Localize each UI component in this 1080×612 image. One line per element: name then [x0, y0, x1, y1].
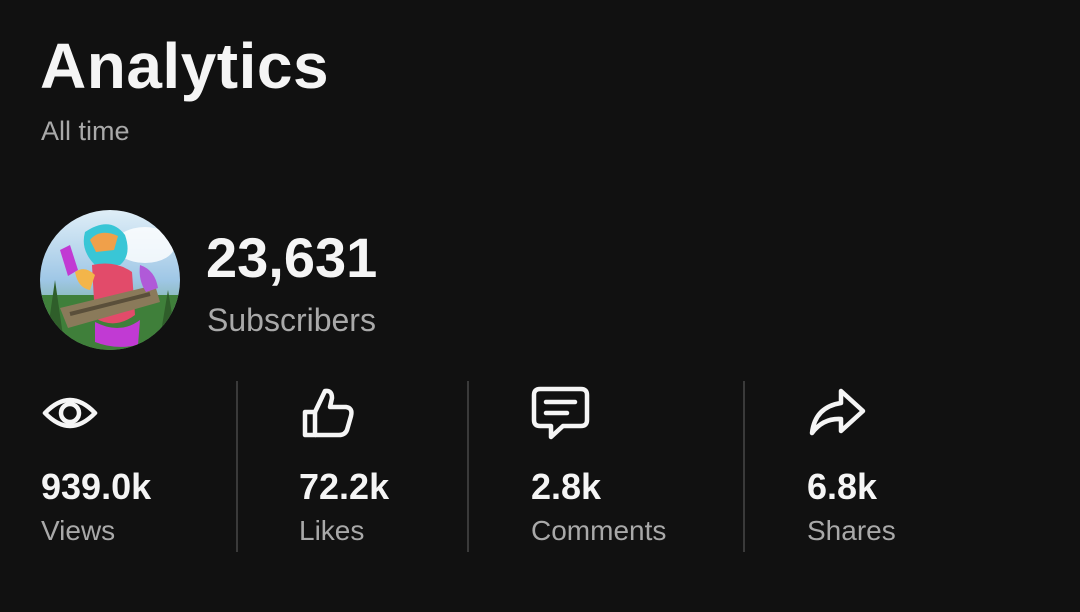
- share-icon: [807, 385, 867, 441]
- views-value: 939.0k: [41, 466, 152, 507]
- channel-avatar-image: [40, 210, 180, 350]
- thumbs-up-icon: [299, 385, 359, 441]
- page-title: Analytics: [40, 30, 330, 102]
- eye-icon: [41, 385, 101, 441]
- shares-value: 6.8k: [807, 466, 878, 507]
- views-label: Views: [41, 515, 116, 546]
- avatar[interactable]: [40, 210, 180, 350]
- likes-label: Likes: [299, 515, 365, 546]
- subscriber-count: 23,631: [206, 226, 378, 289]
- comment-icon: [531, 385, 591, 441]
- shares-label: Shares: [807, 515, 896, 546]
- likes-value: 72.2k: [299, 466, 390, 507]
- comments-value: 2.8k: [531, 466, 602, 507]
- divider: [236, 381, 238, 552]
- divider: [467, 381, 469, 552]
- divider: [743, 381, 745, 552]
- time-range-label: All time: [41, 116, 130, 146]
- subscriber-label: Subscribers: [207, 302, 376, 338]
- comments-label: Comments: [531, 515, 667, 546]
